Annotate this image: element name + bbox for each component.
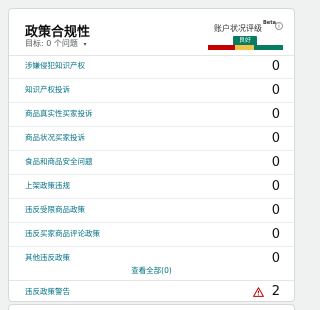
policy-count: 0 <box>271 107 280 122</box>
account-health-label: 账户状况评级 <box>214 24 262 33</box>
gauge-green-segment <box>253 45 283 50</box>
info-icon[interactable]: i <box>275 22 283 30</box>
policy-row: 食品和商品安全问题 0 <box>9 151 294 175</box>
policy-row: 知识产权投诉 0 <box>9 79 294 103</box>
health-gauge <box>208 45 283 50</box>
policy-link[interactable]: 食品和商品安全问题 <box>25 156 93 167</box>
policy-link[interactable]: 知识产权投诉 <box>25 84 70 95</box>
target-value: 0 个问题 <box>46 39 78 48</box>
policy-link[interactable]: 违反买家商品评论政策 <box>25 228 100 239</box>
policy-row: 商品真实性买家投诉 0 <box>9 103 294 127</box>
next-card-edge <box>8 304 295 310</box>
policy-row: 商品状况买家投诉 0 <box>9 127 294 151</box>
policy-count: 0 <box>271 83 280 98</box>
policy-count: 0 <box>271 59 280 74</box>
gauge-red-segment <box>208 45 235 50</box>
policy-count: 0 <box>271 131 280 146</box>
policy-link[interactable]: 涉嫌侵犯知识产权 <box>25 60 85 71</box>
policy-count: 0 <box>271 155 280 170</box>
policy-warnings-link[interactable]: 违反政策警告 <box>25 286 70 297</box>
target-label: 目标: <box>25 39 44 48</box>
policy-row: 违反买家商品评论政策 0 <box>9 223 294 247</box>
gauge-yellow-segment <box>234 45 254 50</box>
policy-row: 涉嫌侵犯知识产权 0 <box>9 55 294 79</box>
policy-list: 涉嫌侵犯知识产权 0 知识产权投诉 0 商品真实性买家投诉 0 商品状况买家投诉 0 食… <box>9 55 294 270</box>
view-all-link[interactable]: 查看全部(0) <box>9 262 294 281</box>
target-selector[interactable]: 目标: 0 个问题 ▾ <box>25 38 86 49</box>
card-header: 政策合规性 目标: 0 个问题 ▾ 账户状况评级 Beta i 良好 <box>9 9 294 56</box>
policy-count: 0 <box>271 179 280 194</box>
policy-count: 0 <box>271 203 280 218</box>
policy-row: 上架政策违规 0 <box>9 175 294 199</box>
warning-icon <box>253 287 264 297</box>
policy-count: 0 <box>271 227 280 242</box>
chevron-down-icon: ▾ <box>83 41 87 48</box>
policy-row: 违反受限商品政策 0 <box>9 199 294 223</box>
policy-link[interactable]: 商品状况买家投诉 <box>25 132 85 143</box>
policy-link[interactable]: 商品真实性买家投诉 <box>25 108 93 119</box>
policy-link[interactable]: 上架政策违规 <box>25 180 70 191</box>
policy-compliance-card: 政策合规性 目标: 0 个问题 ▾ 账户状况评级 Beta i 良好 涉嫌侵犯知… <box>8 8 295 302</box>
policy-warnings-count: 2 <box>271 284 280 299</box>
policy-link[interactable]: 违反受限商品政策 <box>25 204 85 215</box>
policy-warnings-row: 违反政策警告 2 <box>9 280 294 301</box>
